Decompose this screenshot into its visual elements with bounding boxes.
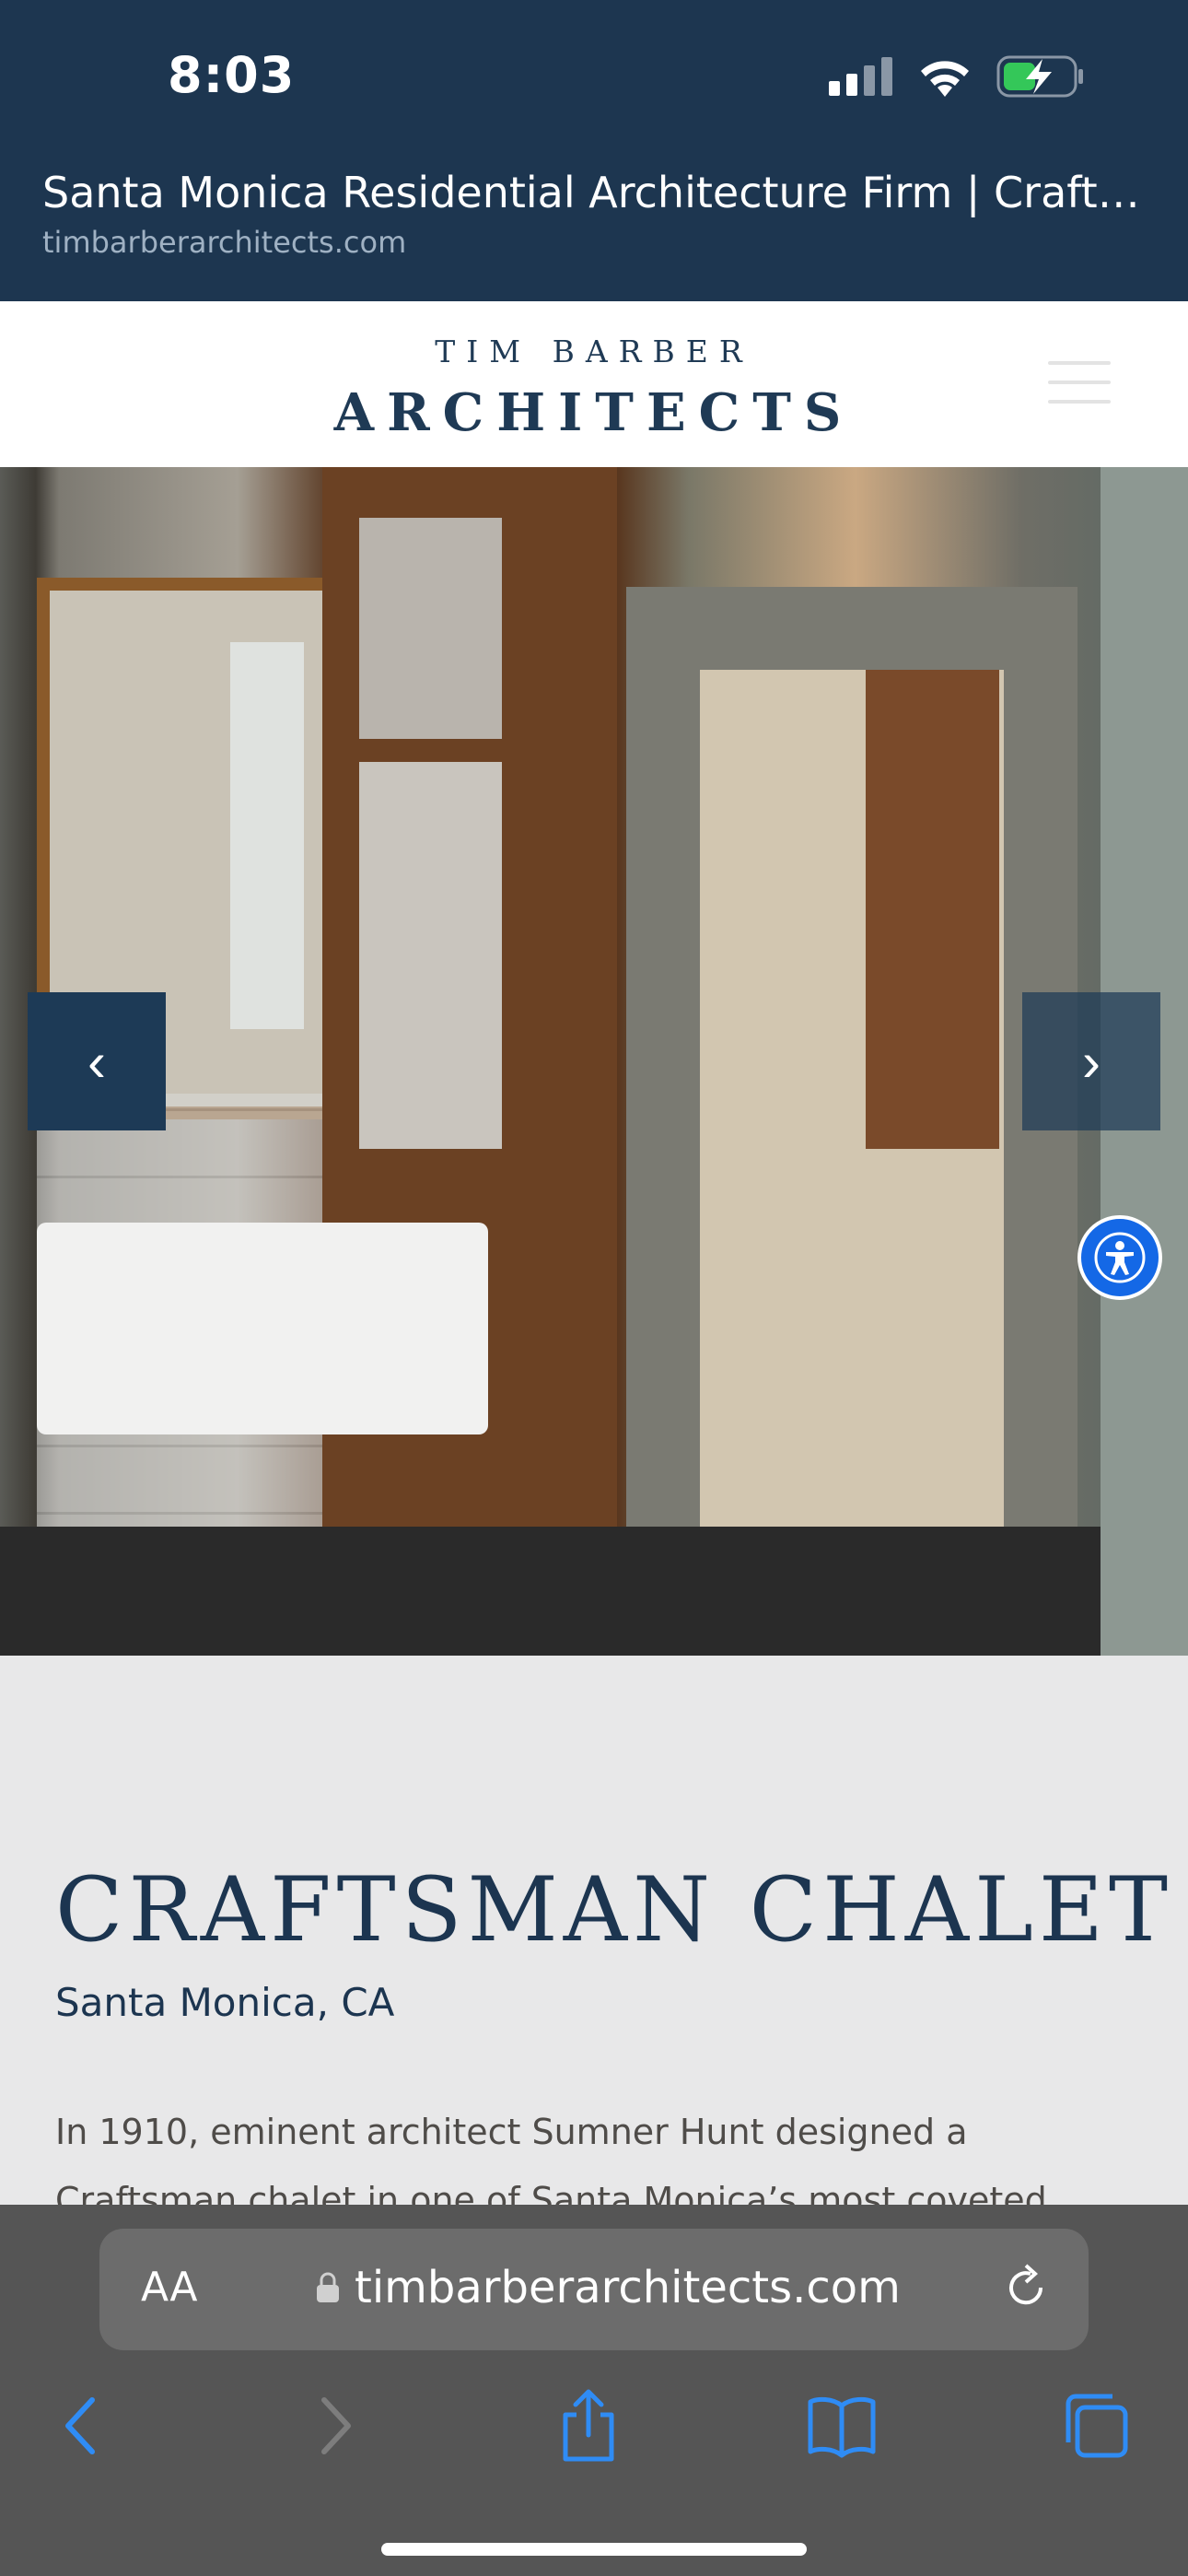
chevron-left-icon: [65, 2397, 95, 2454]
menu-line: [1048, 361, 1111, 365]
hero-photo-cabinet-glass: [359, 762, 502, 1149]
project-location: Santa Monica, CA: [55, 1980, 395, 2025]
chevron-left-icon: ‹: [87, 1030, 106, 1093]
browser-bottom-bar: AA timbarberarchitects.com: [0, 2205, 1188, 2576]
status-icons: [829, 55, 1085, 98]
accessibility-button[interactable]: [1077, 1215, 1162, 1300]
tabs-button[interactable]: [1059, 2389, 1133, 2467]
browser-toolbar: [0, 2389, 1188, 2509]
forward-button[interactable]: [313, 2389, 359, 2467]
hero-photo-sink: [37, 1223, 488, 1434]
reload-icon: [1009, 2264, 1043, 2305]
address-bar[interactable]: AA timbarberarchitects.com: [99, 2229, 1089, 2350]
share-button[interactable]: [556, 2389, 621, 2467]
text-size-button[interactable]: AA: [141, 2264, 197, 2311]
hero-photo-window: [230, 642, 304, 1029]
slider-prev-button[interactable]: ‹: [28, 992, 166, 1130]
menu-button[interactable]: [1048, 361, 1111, 407]
logo-firm[interactable]: ARCHITECTS: [0, 382, 1188, 443]
slider-next-button[interactable]: ›: [1022, 992, 1160, 1130]
site-header: TIM BARBER ARCHITECTS: [0, 301, 1188, 467]
status-time: 8:03: [168, 46, 296, 104]
hero-photo-floor: [0, 1527, 1188, 1656]
home-indicator[interactable]: [381, 2543, 807, 2556]
url-text: timbarberarchitects.com: [355, 2262, 901, 2313]
back-button[interactable]: [57, 2389, 103, 2467]
reload-button[interactable]: [1000, 2262, 1052, 2318]
share-icon: [563, 2389, 614, 2462]
battery-charging-icon: [996, 55, 1083, 98]
hero-photo-cabinet-glass: [359, 518, 502, 739]
project-content: CRAFTSMAN CHALET Santa Monica, CA In 191…: [0, 1656, 1188, 2220]
hero-image-slider[interactable]: ‹ ›: [0, 467, 1188, 1656]
menu-line: [1048, 381, 1111, 384]
browser-top-bar: 8:03 Santa Monica Residential Architectu…: [0, 0, 1188, 301]
wifi-icon: [921, 61, 969, 97]
book-icon: [808, 2396, 876, 2458]
chevron-right-icon: ›: [1082, 1030, 1101, 1093]
menu-line: [1048, 400, 1111, 404]
page-title: Santa Monica Residential Architecture Fi…: [42, 168, 1147, 217]
tabs-icon: [1066, 2394, 1128, 2458]
text-size-label: AA: [141, 2264, 198, 2311]
cellular-signal-icon: [829, 57, 892, 96]
accessibility-icon: [1094, 1232, 1146, 1283]
project-title: CRAFTSMAN CHALET: [55, 1858, 1173, 1961]
url-display[interactable]: timbarberarchitects.com: [316, 2262, 901, 2313]
chevron-right-icon: [321, 2397, 351, 2454]
lock-icon: [317, 2272, 339, 2302]
logo-name[interactable]: TIM BARBER: [0, 334, 1188, 369]
hero-photo-shelves: [866, 670, 999, 1149]
bookmarks-button[interactable]: [805, 2389, 879, 2467]
page-domain: timbarberarchitects.com: [42, 225, 407, 260]
